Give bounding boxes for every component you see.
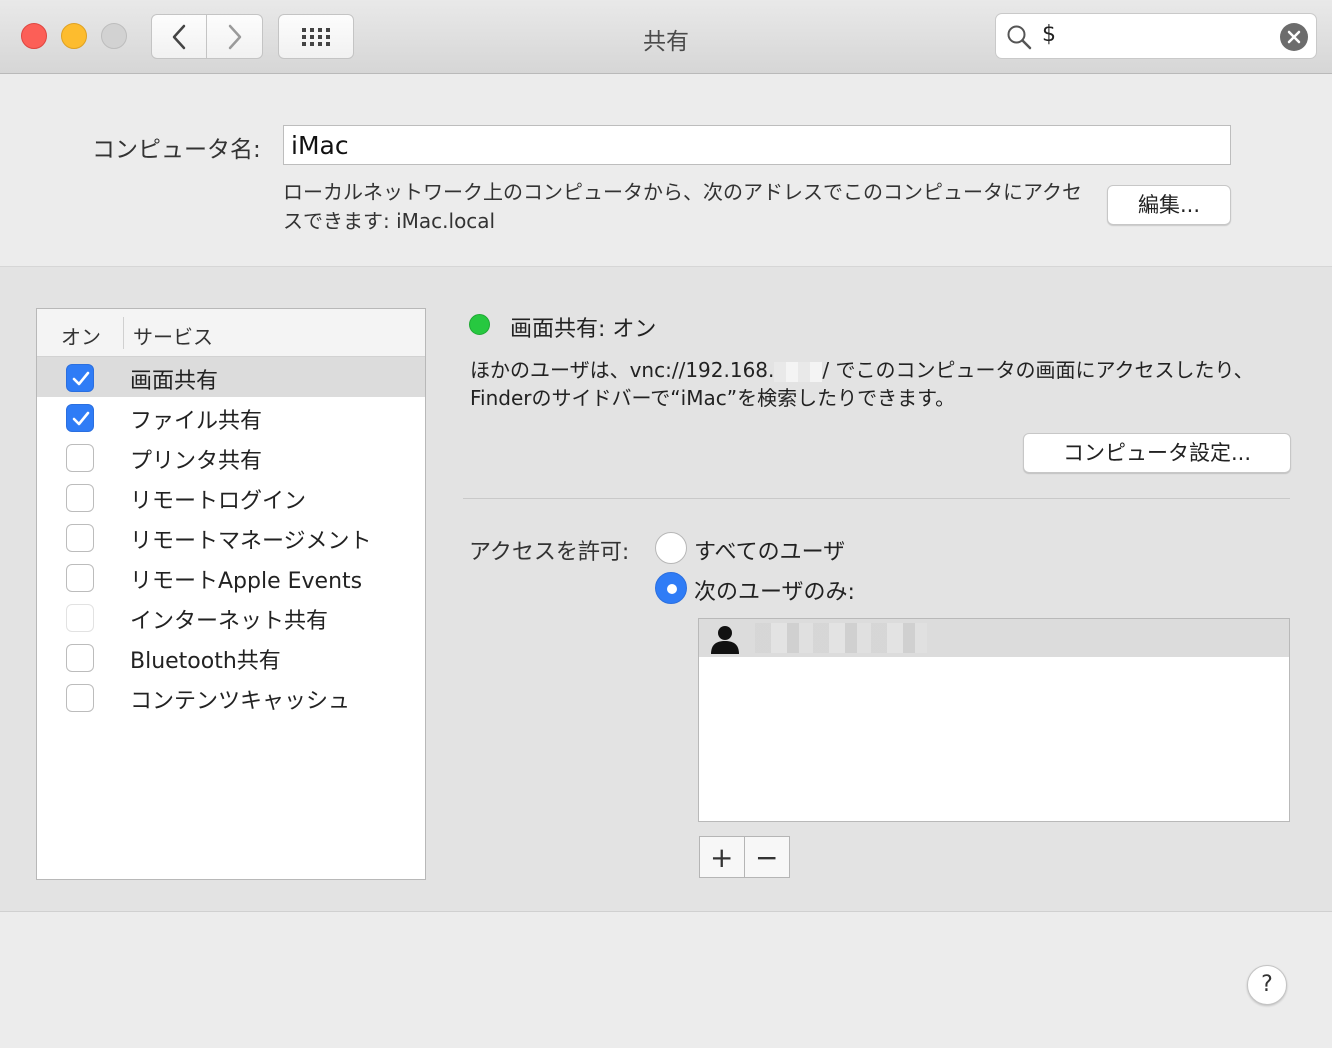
service-row[interactable]: リモートマネージメント <box>37 517 425 557</box>
service-label: リモートApple Events <box>130 569 363 594</box>
clear-search-button[interactable] <box>1280 23 1308 51</box>
service-label: リモートマネージメント <box>130 529 372 554</box>
service-label: Bluetooth共有 <box>130 649 281 674</box>
service-checkbox[interactable] <box>66 364 94 392</box>
service-row[interactable]: プリンタ共有 <box>37 437 425 477</box>
user-list-item[interactable] <box>699 619 1289 657</box>
service-checkbox[interactable] <box>66 524 94 552</box>
divider <box>463 498 1290 499</box>
computer-settings-button[interactable]: コンピュータ設定... <box>1023 433 1291 473</box>
redacted-ip <box>774 361 823 382</box>
redacted-user-name <box>755 623 927 653</box>
service-label: 画面共有 <box>130 369 219 394</box>
service-label: プリンタ共有 <box>130 449 263 474</box>
status-indicator <box>469 314 490 335</box>
service-label: ファイル共有 <box>130 409 263 434</box>
service-checkbox[interactable] <box>66 484 94 512</box>
radio-only-users-label[interactable]: 次のユーザのみ: <box>694 574 855 606</box>
computer-name-input[interactable] <box>283 125 1231 165</box>
service-row[interactable]: インターネット共有 <box>37 597 425 637</box>
radio-all-users-label[interactable]: すべてのユーザ <box>694 534 845 566</box>
close-icon <box>1287 30 1301 44</box>
service-row[interactable]: Bluetooth共有 <box>37 637 425 677</box>
address-description: ローカルネットワーク上のコンピュータから、次のアドレスでこのコンピュータにアクセ… <box>283 180 1082 233</box>
checkmark-icon <box>72 371 90 386</box>
service-description: ほかのユーザは、vnc://192.168. / でこのコンピュータの画面にアクセ… <box>470 356 1290 412</box>
service-row[interactable]: リモートApple Events <box>37 557 425 597</box>
add-user-button[interactable]: + <box>700 837 745 877</box>
service-checkbox[interactable] <box>66 564 94 592</box>
service-checkbox[interactable] <box>66 684 94 712</box>
services-table-header: オン サービス <box>37 309 425 357</box>
service-row[interactable]: ファイル共有 <box>37 397 425 437</box>
column-header-on[interactable]: オン <box>61 321 101 350</box>
services-table: オン サービス 画面共有ファイル共有 プリンタ共有リモートログインリモートマネージ… <box>36 308 426 880</box>
radio-all-users[interactable] <box>655 532 687 564</box>
column-separator <box>123 317 124 349</box>
service-checkbox[interactable] <box>66 644 94 672</box>
computer-name-label: コンピュータ名: <box>92 137 261 163</box>
service-label: リモートログイン <box>130 489 307 514</box>
status-text: 画面共有: オン <box>510 317 657 342</box>
search-icon <box>1007 25 1032 50</box>
users-list <box>698 618 1290 822</box>
service-label: インターネット共有 <box>130 609 329 634</box>
edit-button[interactable]: 編集... <box>1107 185 1231 225</box>
add-remove-buttons: + − <box>699 836 790 878</box>
title-bar: 共有 $ <box>0 0 1332 74</box>
search-input[interactable]: $ <box>1042 22 1056 47</box>
services-list: 画面共有ファイル共有 プリンタ共有リモートログインリモートマネージメント リモートA… <box>37 357 425 717</box>
service-row[interactable]: リモートログイン <box>37 477 425 517</box>
service-checkbox <box>66 604 94 632</box>
help-button[interactable]: ? <box>1247 965 1287 1005</box>
column-header-service[interactable]: サービス <box>133 321 213 350</box>
checkmark-icon <box>72 411 90 426</box>
search-field[interactable]: $ <box>995 13 1317 59</box>
service-checkbox[interactable] <box>66 444 94 472</box>
description-text-part-1: ほかのユーザは、vnc://192.168. <box>470 358 775 382</box>
service-label: コンテンツキャッシュ <box>130 689 351 714</box>
radio-only-these-users[interactable] <box>655 572 687 604</box>
remove-user-button[interactable]: − <box>745 837 790 877</box>
access-label: アクセスを許可: <box>469 540 630 565</box>
service-checkbox[interactable] <box>66 404 94 432</box>
service-row[interactable]: 画面共有 <box>37 357 425 397</box>
service-row[interactable]: コンテンツキャッシュ <box>37 677 425 717</box>
user-icon <box>711 626 739 654</box>
